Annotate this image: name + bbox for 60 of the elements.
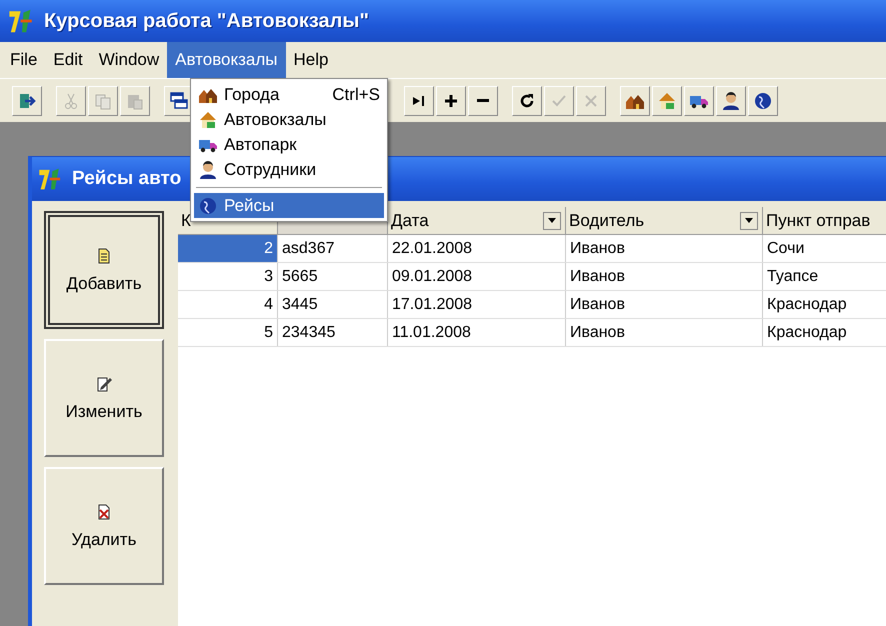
column-header: К [181,210,191,230]
menu-option[interactable]: Автовокзалы [194,107,384,132]
toolbar-button[interactable] [716,86,746,116]
table-cell: 11.01.2008 [388,319,566,346]
column-header: Водитель [569,210,644,230]
table-cell: 17.01.2008 [388,291,566,318]
table-cell: Иванов [566,235,763,262]
table-cell: Иванов [566,291,763,318]
action-button[interactable]: Добавить [44,211,164,329]
table-cell: 234345 [278,319,388,346]
toolbar-button[interactable] [684,86,714,116]
toolbar-button[interactable] [436,86,466,116]
caret-icon [745,218,753,223]
table-cell: 3 [178,263,278,290]
table-cell: Иванов [566,319,763,346]
toolbar-button[interactable] [748,86,778,116]
toolbar-button[interactable] [620,86,650,116]
menu-option[interactable]: Сотрудники [194,157,384,182]
toolbar-button[interactable] [404,86,434,116]
table-cell: 2 [178,235,278,262]
table-cell: 4 [178,291,278,318]
house-icon [198,110,218,130]
globe-icon [753,90,773,110]
menu-option[interactable]: Рейсы [194,193,384,218]
menu-option[interactable]: Города Ctrl+S [194,82,384,107]
column-header: Дата [391,210,429,230]
table-cell: 5665 [278,263,388,290]
table-cell: 22.01.2008 [388,235,566,262]
action-button[interactable]: Изменить [44,339,164,457]
column-header: Пункт отправ [766,210,870,230]
dropdown-button[interactable] [740,212,758,230]
menu-item[interactable]: File [2,42,46,78]
caret-icon [548,218,556,223]
table-cell: Туапсе [763,263,886,290]
minus-icon [477,99,489,102]
table-cell: Краснодар [763,319,886,346]
table-cell: 09.01.2008 [388,263,566,290]
house-icon [657,90,677,110]
menu-item[interactable]: Edit [45,42,91,78]
toolbar-button[interactable] [468,86,498,116]
person-icon [198,160,218,180]
menu-option[interactable]: Автопарк [194,132,384,157]
windows-icon [169,90,189,110]
dropdown-button[interactable] [543,212,561,230]
table-cell: Иванов [566,263,763,290]
table-cell: Краснодар [763,291,886,318]
table-cell: 3445 [278,291,388,318]
globe-icon [198,196,218,216]
person-icon [721,90,741,110]
menu-item[interactable]: Window [90,42,168,78]
window-title: Курсовая работа "Автовокзалы" [44,10,369,32]
table-cell: 5 [178,319,278,346]
toolbar-button[interactable] [12,86,42,116]
window-title: Рейсы авто [72,168,182,190]
toolbar-button[interactable] [512,86,542,116]
table-cell: Сочи [763,235,886,262]
action-button[interactable]: Удалить [44,467,164,585]
menu-item[interactable]: Автовокзалы [167,42,286,78]
menu-item[interactable]: Help [286,42,336,78]
table-cell: asd367 [278,235,388,262]
